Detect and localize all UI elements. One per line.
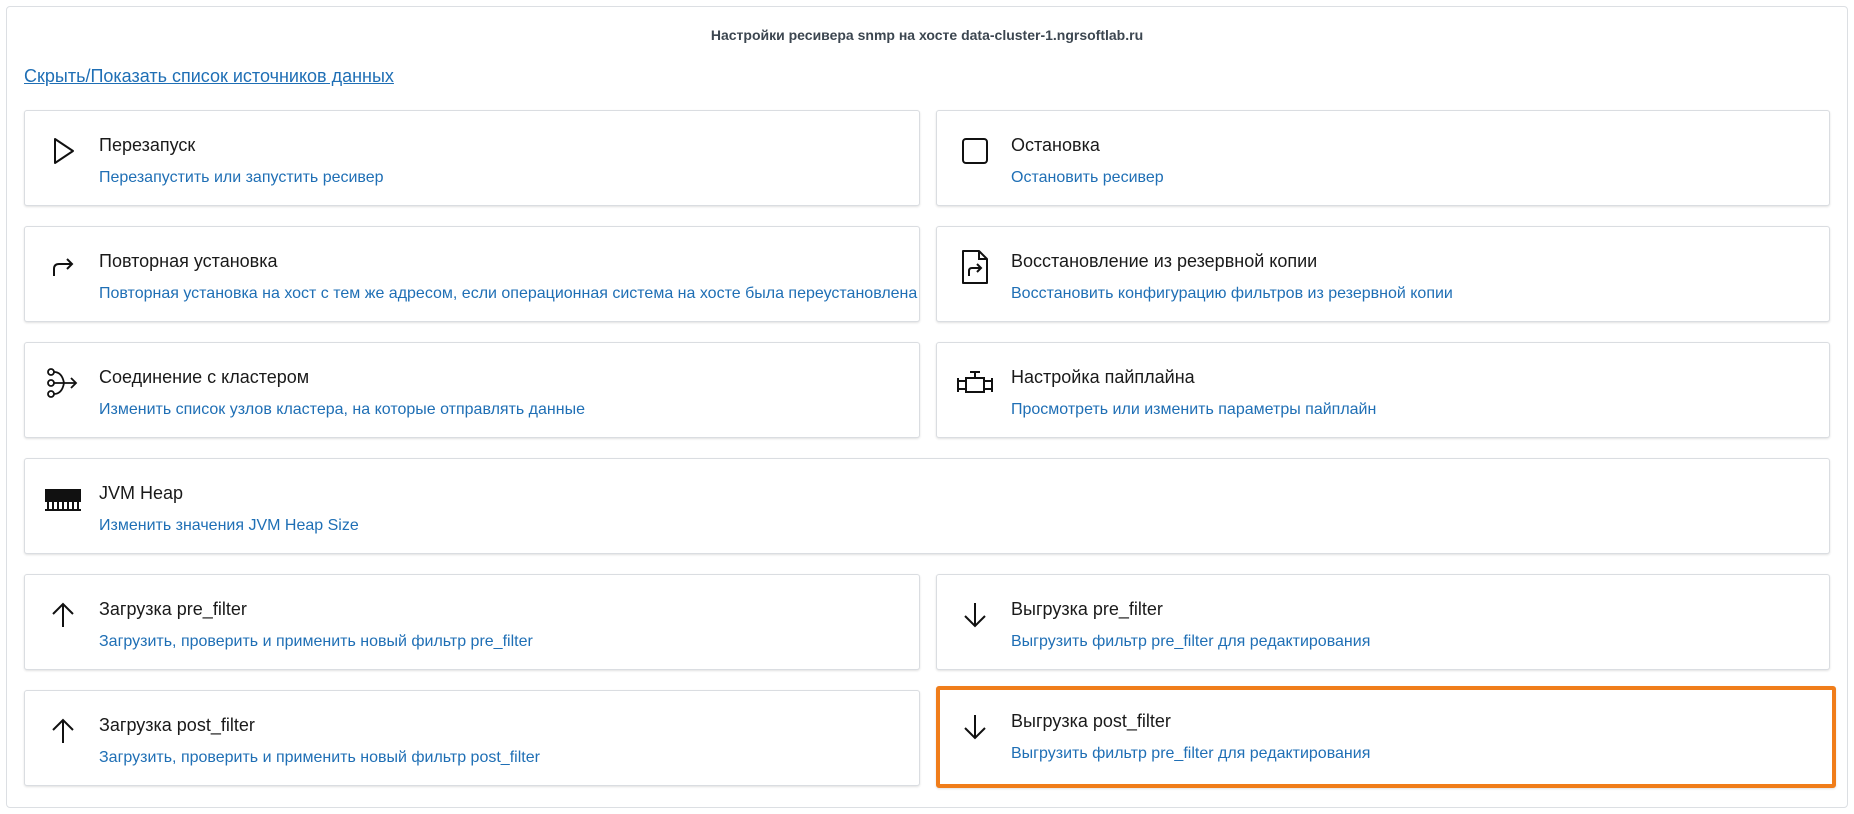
reinstall-card[interactable]: Повторная установка Повторная установка … xyxy=(24,226,920,322)
restore-card[interactable]: Восстановление из резервной копии Восста… xyxy=(936,226,1830,322)
upload-pre-filter-description: Загрузить, проверить и применить новый ф… xyxy=(99,633,533,650)
page-title: Настройки ресивера snmp на хосте data-cl… xyxy=(710,27,1144,43)
restart-card[interactable]: Перезапуск Перезапустить или запустить р… xyxy=(24,110,920,206)
download-post-filter-description: Выгрузить фильтр pre_filter для редактир… xyxy=(1011,745,1371,762)
upload-post-filter-title: Загрузка post_filter xyxy=(99,715,255,735)
toggle-sources-link[interactable]: Скрыть/Показать список источников данных xyxy=(24,66,394,87)
stop-title: Остановка xyxy=(1011,135,1100,155)
reinstall-title: Повторная установка xyxy=(99,251,278,271)
download-pre-filter-card[interactable]: Выгрузка pre_filter Выгрузить фильтр pre… xyxy=(936,574,1830,670)
arrow-down-icon xyxy=(955,707,995,747)
download-pre-filter-title: Выгрузка pre_filter xyxy=(1011,599,1163,619)
restore-description: Восстановить конфигурацию фильтров из ре… xyxy=(1011,285,1453,302)
download-pre-filter-description: Выгрузить фильтр pre_filter для редактир… xyxy=(1011,633,1371,650)
jvm-heap-title: JVM Heap xyxy=(99,483,184,503)
cluster-connection-card[interactable]: Соединение с кластером Изменить список у… xyxy=(24,342,920,438)
upload-pre-filter-title: Загрузка pre_filter xyxy=(99,599,247,619)
cluster-connection-title: Соединение с кластером xyxy=(99,367,310,387)
arrow-down-icon xyxy=(955,595,995,635)
stop-icon xyxy=(955,131,995,171)
pipeline-card[interactable]: Настройка пайплайна Просмотреть или изме… xyxy=(936,342,1830,438)
restart-title: Перезапуск xyxy=(99,135,196,155)
pipeline-title: Настройка пайплайна xyxy=(1011,367,1195,387)
jvm-heap-card[interactable]: JVM Heap Изменить значения JVM Heap Size xyxy=(24,458,1830,554)
stop-description: Остановить ресивер xyxy=(1011,169,1164,186)
pipeline-description: Просмотреть или изменить параметры пайпл… xyxy=(1011,401,1377,418)
restart-description: Перезапустить или запустить ресивер xyxy=(99,169,384,186)
upload-pre-filter-card[interactable]: Загрузка pre_filter Загрузить, проверить… xyxy=(24,574,920,670)
pipeline-icon xyxy=(955,363,995,403)
restore-title: Восстановление из резервной копии xyxy=(1011,251,1318,271)
upload-post-filter-card[interactable]: Загрузка post_filter Загрузить, проверит… xyxy=(24,690,920,786)
file-restore-icon xyxy=(955,247,995,287)
stop-card[interactable]: Остановка Остановить ресивер xyxy=(936,110,1830,206)
download-post-filter-title: Выгрузка post_filter xyxy=(1011,711,1171,731)
download-post-filter-card[interactable]: Выгрузка post_filter Выгрузить фильтр pr… xyxy=(936,686,1836,788)
jvm-heap-description: Изменить значения JVM Heap Size xyxy=(99,517,359,534)
reinstall-description: Повторная установка на хост с тем же адр… xyxy=(99,285,918,302)
arrow-up-icon xyxy=(43,595,83,635)
cluster-connection-icon xyxy=(43,363,83,403)
arrow-up-icon xyxy=(43,711,83,751)
play-icon xyxy=(43,131,83,171)
redo-arrow-icon xyxy=(43,247,83,287)
memory-icon xyxy=(43,479,83,519)
upload-post-filter-description: Загрузить, проверить и применить новый ф… xyxy=(99,749,540,766)
cluster-connection-description: Изменить список узлов кластера, на котор… xyxy=(99,401,585,418)
